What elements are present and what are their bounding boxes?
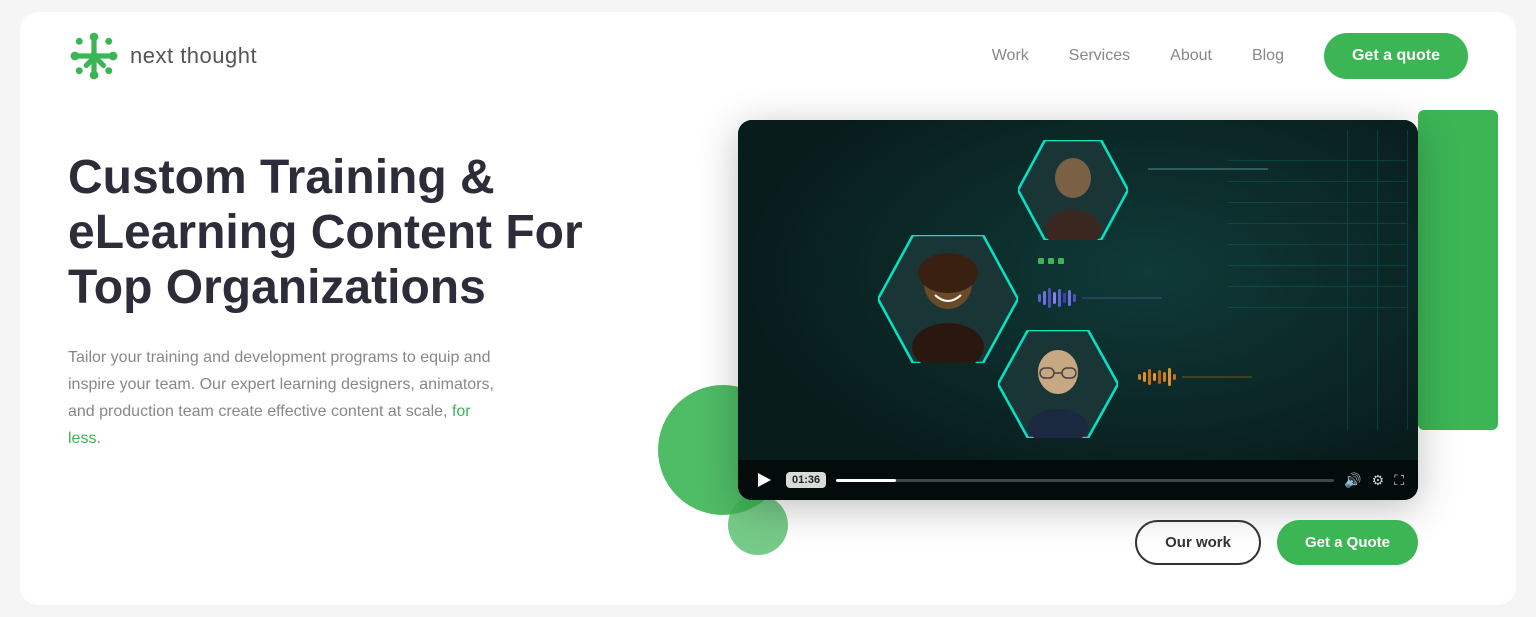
green-circle-small: [728, 495, 788, 555]
logo-link[interactable]: next thought: [68, 30, 257, 82]
play-button[interactable]: [752, 468, 776, 492]
volume-icon[interactable]: 🔊: [1344, 472, 1361, 489]
nav-about[interactable]: About: [1170, 47, 1212, 65]
video-controls: 01:36 🔊 ⚙ ⛶: [738, 460, 1418, 500]
hero-subtitle: Tailor your training and development pro…: [68, 344, 498, 453]
main-nav: Work Services About Blog: [992, 47, 1284, 65]
header: next thought Work Services About Blog Ge…: [20, 12, 1516, 100]
hex-group: [798, 140, 1358, 450]
hex-person-3: [998, 330, 1118, 443]
main-content: Custom Training & eLearning Content For …: [20, 100, 1516, 605]
play-icon: [758, 473, 771, 487]
timestamp: 01:36: [786, 472, 826, 488]
get-quote-button[interactable]: Get a Quote: [1277, 520, 1418, 565]
wave-1: [1148, 168, 1268, 170]
green-rect-accent: [1418, 110, 1498, 430]
progress-bar-fill: [836, 479, 896, 482]
wave-3: [1138, 368, 1252, 386]
left-panel: Custom Training & eLearning Content For …: [68, 120, 588, 452]
our-work-button[interactable]: Our work: [1135, 520, 1261, 565]
nav-work[interactable]: Work: [992, 47, 1029, 65]
settings-icon[interactable]: ⚙: [1372, 472, 1385, 489]
hero-highlight: for less.: [68, 403, 471, 447]
video-player[interactable]: 01:36 🔊 ⚙ ⛶: [738, 120, 1418, 500]
hex-person-2: [878, 235, 1018, 368]
wave-2: [1038, 288, 1162, 308]
nav-services[interactable]: Services: [1069, 47, 1130, 65]
logo-icon: [68, 30, 120, 82]
video-scene: [738, 120, 1418, 500]
hex-person-1: [1018, 140, 1128, 245]
nav-blog[interactable]: Blog: [1252, 47, 1284, 65]
header-cta-button[interactable]: Get a quote: [1324, 33, 1468, 79]
bottom-cta-buttons: Our work Get a Quote: [1135, 520, 1418, 565]
fullscreen-icon[interactable]: ⛶: [1394, 472, 1404, 489]
right-panel: 01:36 🔊 ⚙ ⛶ Our work Get a Quote: [628, 120, 1468, 565]
control-icons: 🔊 ⚙ ⛶: [1344, 472, 1404, 489]
page-wrapper: next thought Work Services About Blog Ge…: [20, 12, 1516, 605]
dots-accent: [1038, 258, 1064, 264]
hero-title: Custom Training & eLearning Content For …: [68, 150, 588, 316]
progress-bar[interactable]: [836, 479, 1334, 482]
logo-text: next thought: [130, 43, 257, 69]
